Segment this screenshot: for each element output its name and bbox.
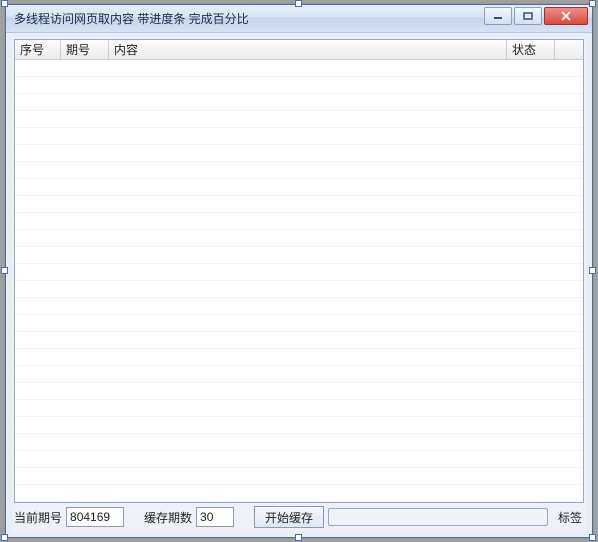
selection-handle[interactable]	[589, 0, 596, 7]
list-item	[15, 196, 583, 213]
column-header-status[interactable]: 状态	[507, 40, 555, 59]
maximize-icon	[523, 12, 533, 20]
list-item	[15, 349, 583, 366]
client-area: 序号 期号 内容 状态 当前期号 缓存期数 开始缓存 标签	[12, 37, 586, 531]
list-item	[15, 128, 583, 145]
minimize-icon	[493, 12, 503, 20]
column-header-index[interactable]: 序号	[15, 40, 61, 59]
minimize-button[interactable]	[484, 7, 512, 25]
main-window: 多线程访问网页取内容 带进度条 完成百分比	[5, 4, 593, 538]
list-item	[15, 417, 583, 434]
list-item	[15, 434, 583, 451]
list-item	[15, 213, 583, 230]
close-icon	[560, 11, 572, 21]
window-title: 多线程访问网页取内容 带进度条 完成百分比	[14, 10, 249, 27]
list-item	[15, 77, 583, 94]
list-item	[15, 383, 583, 400]
progress-bar	[328, 508, 548, 526]
bottom-bar: 当前期号 缓存期数 开始缓存 标签	[12, 505, 586, 529]
window-controls	[484, 7, 588, 25]
selection-handle[interactable]	[589, 267, 596, 274]
list-item	[15, 230, 583, 247]
selection-handle[interactable]	[1, 267, 8, 274]
designer-surface: 多线程访问网页取内容 带进度条 完成百分比	[0, 0, 598, 542]
listview-body[interactable]	[15, 60, 583, 502]
selection-handle[interactable]	[1, 534, 8, 541]
list-item	[15, 247, 583, 264]
list-item	[15, 366, 583, 383]
list-item	[15, 315, 583, 332]
selection-handle[interactable]	[1, 0, 8, 7]
cache-count-input[interactable]	[196, 507, 234, 527]
selection-handle[interactable]	[589, 534, 596, 541]
list-item	[15, 111, 583, 128]
list-item	[15, 298, 583, 315]
list-item	[15, 332, 583, 349]
list-item	[15, 281, 583, 298]
list-item	[15, 451, 583, 468]
list-item	[15, 179, 583, 196]
current-period-input[interactable]	[66, 507, 124, 527]
listview-header: 序号 期号 内容 状态	[15, 40, 583, 60]
selection-handle[interactable]	[295, 534, 302, 541]
titlebar: 多线程访问网页取内容 带进度条 完成百分比	[6, 5, 592, 33]
current-period-label: 当前期号	[14, 509, 62, 526]
list-item	[15, 485, 583, 502]
list-item	[15, 94, 583, 111]
list-item	[15, 145, 583, 162]
maximize-button[interactable]	[514, 7, 542, 25]
list-item	[15, 162, 583, 179]
list-item	[15, 400, 583, 417]
list-item	[15, 468, 583, 485]
list-item	[15, 60, 583, 77]
start-cache-button[interactable]: 开始缓存	[254, 506, 324, 528]
column-header-period[interactable]: 期号	[61, 40, 109, 59]
list-item	[15, 264, 583, 281]
cache-count-label: 缓存期数	[144, 509, 192, 526]
right-label: 标签	[558, 509, 582, 526]
column-header-content[interactable]: 内容	[109, 40, 507, 59]
listview[interactable]: 序号 期号 内容 状态	[14, 39, 584, 503]
close-button[interactable]	[544, 7, 588, 25]
column-header-spacer	[555, 40, 583, 59]
selection-handle[interactable]	[295, 0, 302, 7]
